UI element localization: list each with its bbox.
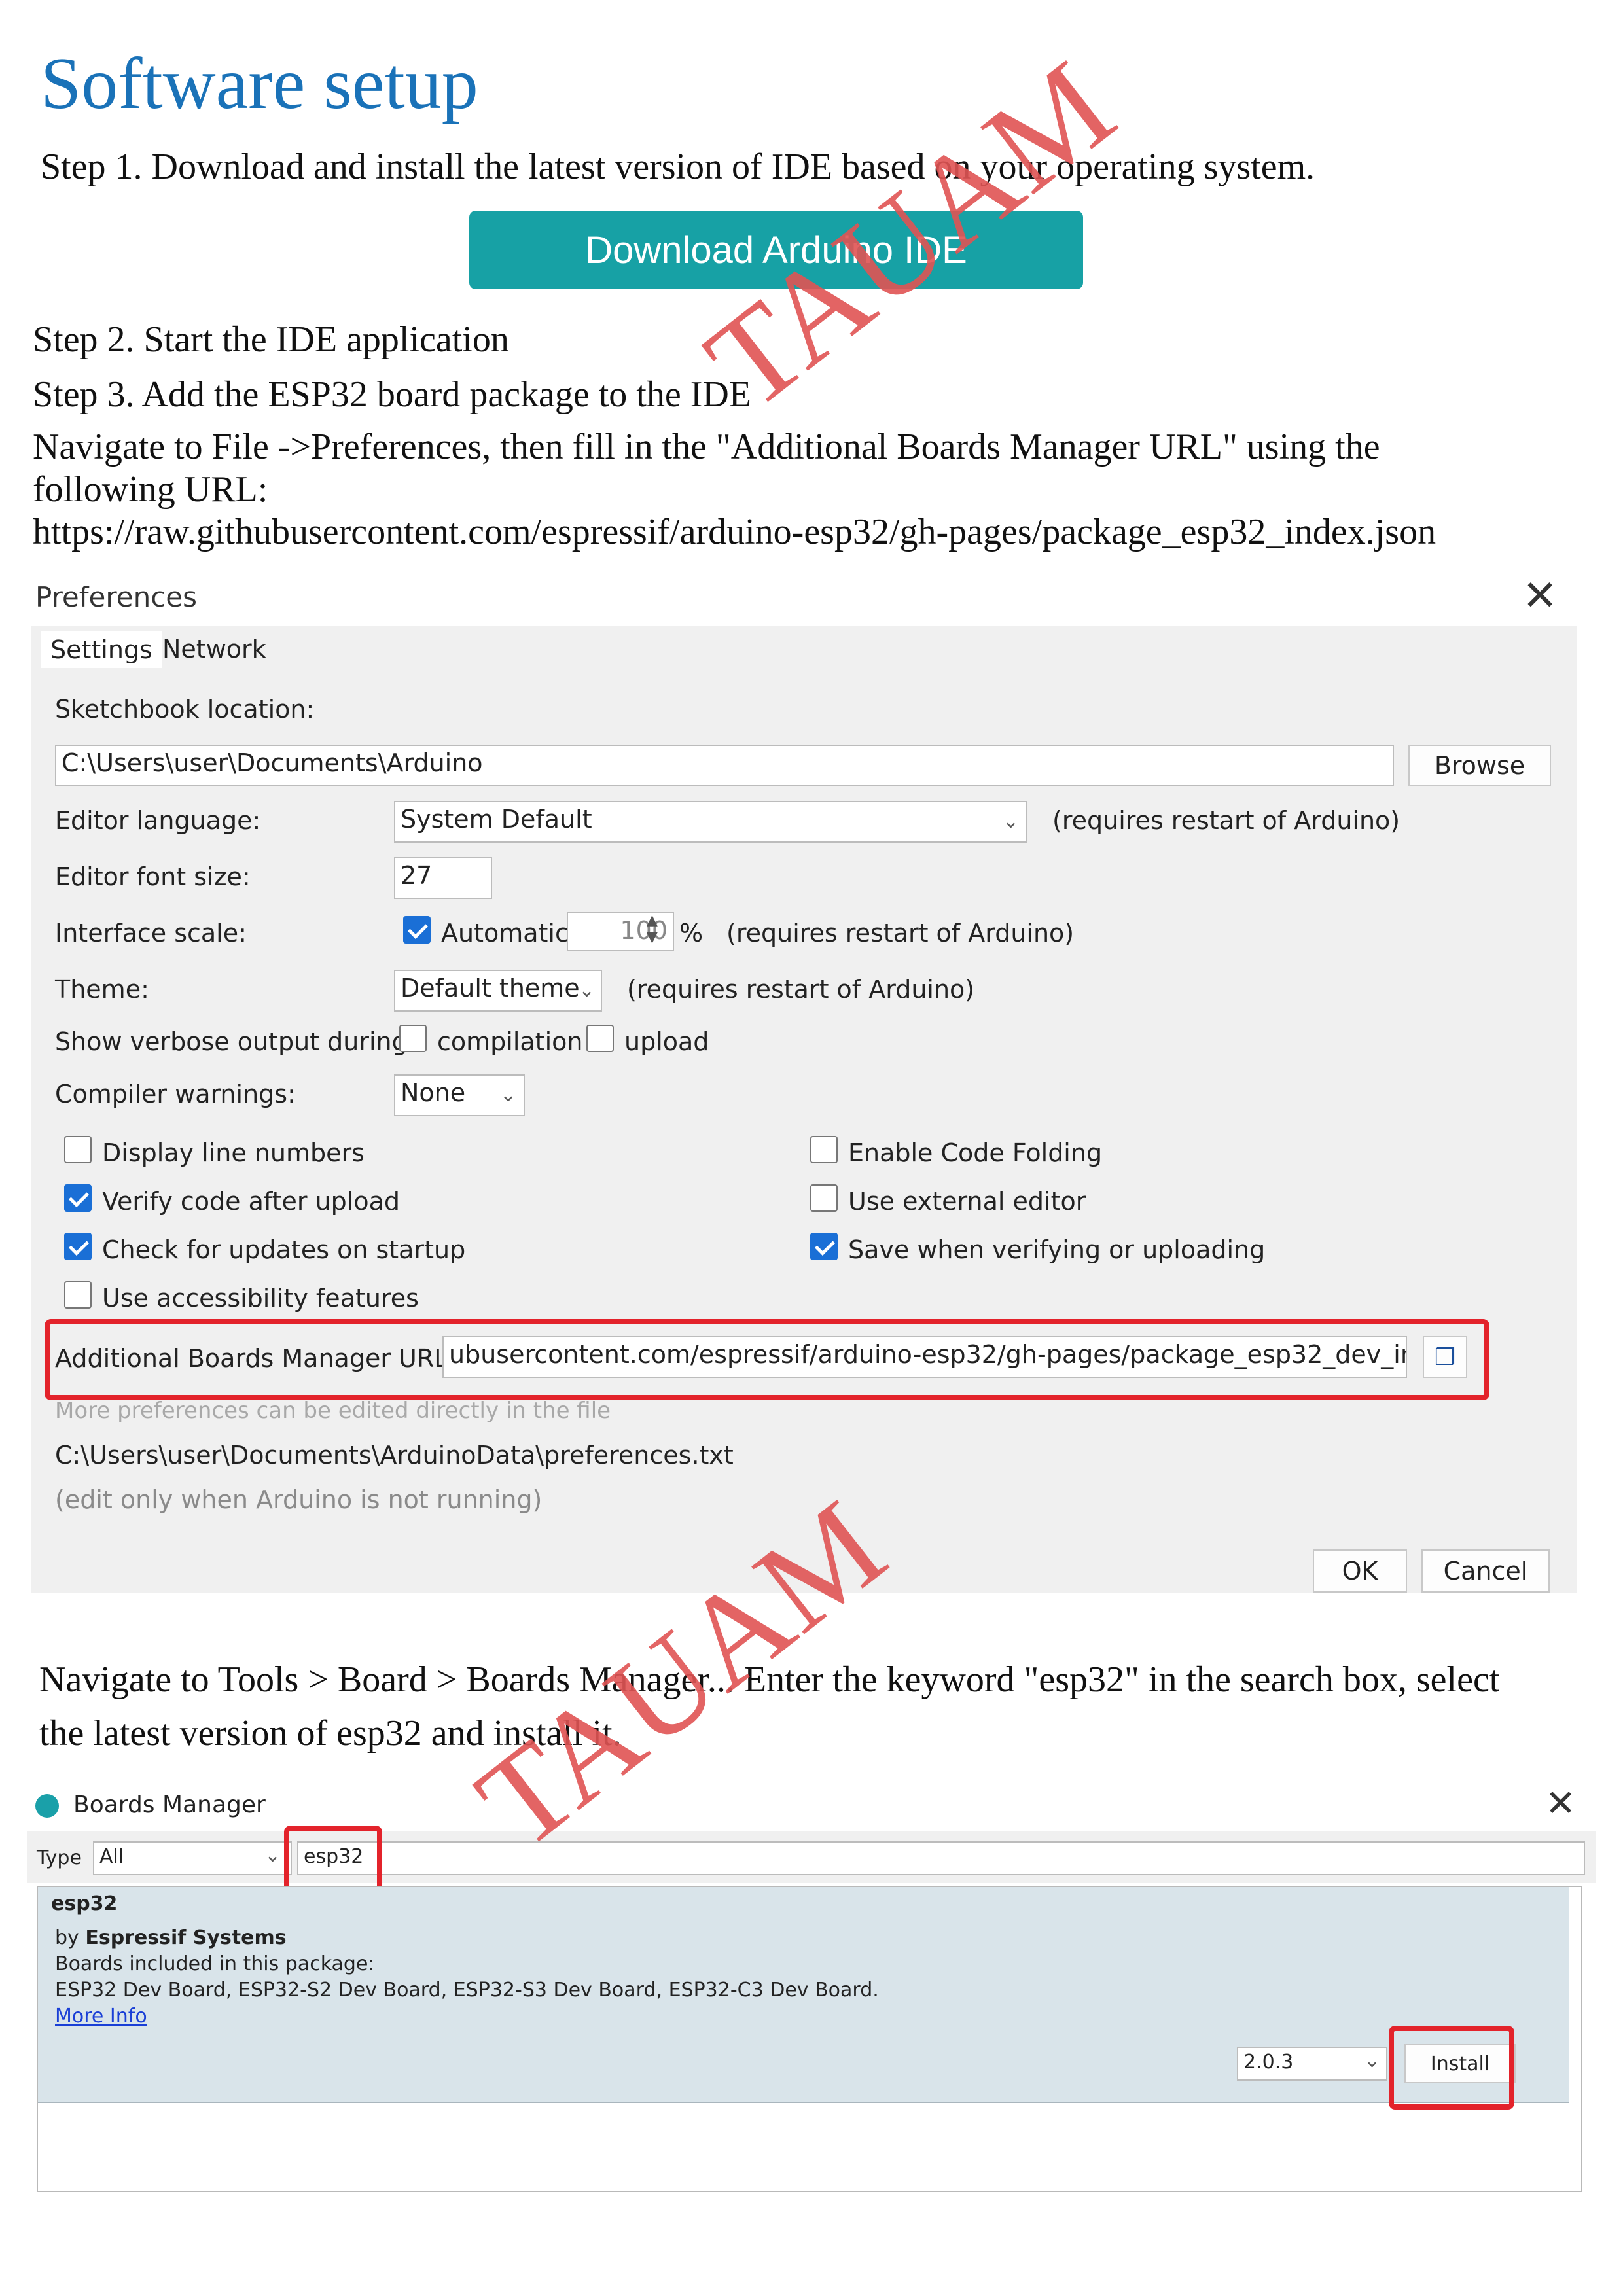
automatic-label: Automatic — [441, 919, 569, 947]
code-folding-checkbox[interactable] — [810, 1136, 838, 1163]
prefs-path: C:\Users\user\Documents\ArduinoData\pref… — [55, 1441, 734, 1470]
navigate-prefs-line2: following URL: — [33, 469, 268, 510]
automatic-checkbox[interactable] — [403, 916, 431, 944]
ok-button[interactable]: OK — [1313, 1549, 1407, 1593]
highlight-box — [45, 1319, 1489, 1400]
interface-scale-label: Interface scale: — [55, 919, 247, 947]
font-size-label: Editor font size: — [55, 862, 251, 891]
external-editor-label: Use external editor — [848, 1187, 1086, 1216]
page-title: Software setup — [41, 43, 478, 124]
compiler-warnings-label: Compiler warnings: — [55, 1080, 296, 1108]
url-text: https://raw.githubusercontent.com/espres… — [33, 512, 1436, 552]
accessibility-label: Use accessibility features — [102, 1284, 419, 1313]
close-icon[interactable]: ✕ — [1522, 572, 1558, 620]
compilation-checkbox[interactable] — [399, 1025, 427, 1052]
list-item[interactable]: esp32 by Espressif Systems Boards includ… — [38, 1887, 1569, 2110]
check-updates-checkbox[interactable] — [64, 1233, 92, 1260]
arduino-logo-icon — [35, 1794, 59, 1818]
chevron-down-icon: ⌄ — [264, 1844, 281, 1867]
chevron-down-icon: ⌄ — [579, 979, 596, 1002]
save-when-verifying-checkbox[interactable] — [810, 1233, 838, 1260]
boards-list: ESP32 Dev Board, ESP32-S2 Dev Board, ESP… — [55, 1979, 879, 2002]
display-line-numbers-label: Display line numbers — [102, 1139, 365, 1167]
dialog-title: Preferences — [35, 581, 198, 613]
percent-label: % — [679, 919, 704, 947]
display-line-numbers-checkbox[interactable] — [64, 1136, 92, 1163]
upload-label: upload — [624, 1027, 709, 1056]
editor-language-select[interactable]: System Default — [394, 801, 1027, 843]
verbose-label: Show verbose output during: — [55, 1027, 416, 1056]
sketchbook-input[interactable]: C:\Users\user\Documents\Arduino — [55, 745, 1394, 786]
package-list: esp32 by Espressif Systems Boards includ… — [37, 1886, 1582, 2192]
verify-code-checkbox[interactable] — [64, 1184, 92, 1212]
restart-note-scale: (requires restart of Arduino) — [726, 919, 1075, 947]
theme-label: Theme: — [55, 975, 149, 1004]
scale-spinner[interactable]: 100 — [567, 912, 674, 951]
chevron-down-icon: ⌄ — [500, 1084, 517, 1106]
preferences-dialog: Preferences ✕ Settings Network Sketchboo… — [31, 568, 1577, 1593]
sketchbook-label: Sketchbook location: — [55, 695, 315, 724]
cancel-button[interactable]: Cancel — [1421, 1549, 1550, 1593]
close-icon[interactable]: ✕ — [1545, 1782, 1576, 1825]
highlight-box — [1389, 2026, 1514, 2110]
chevron-down-icon: ⌄ — [1364, 2049, 1381, 2072]
search-input[interactable]: esp32 — [297, 1841, 1585, 1875]
save-when-verifying-label: Save when verifying or uploading — [848, 1235, 1266, 1264]
compilation-label: compilation — [437, 1027, 583, 1056]
verify-code-label: Verify code after upload — [102, 1187, 400, 1216]
code-folding-label: Enable Code Folding — [848, 1139, 1103, 1167]
included-label: Boards included in this package: — [55, 1952, 375, 1975]
spinner-arrows-icon[interactable]: ▲ ▼ — [647, 912, 658, 946]
by-label: by — [55, 1926, 79, 1949]
restart-note-language: (requires restart of Arduino) — [1052, 806, 1400, 835]
step2-text: Step 2. Start the IDE application — [33, 319, 509, 360]
package-name: esp32 — [51, 1892, 118, 1915]
check-updates-label: Check for updates on startup — [102, 1235, 466, 1264]
font-size-input[interactable]: 27 — [394, 857, 492, 899]
dialog-title: Boards Manager — [73, 1792, 266, 1818]
more-info-link[interactable]: More Info — [55, 2005, 147, 2028]
tab-settings[interactable]: Settings — [41, 631, 162, 668]
restart-note-theme: (requires restart of Arduino) — [627, 975, 975, 1004]
type-label: Type — [37, 1846, 82, 1869]
chevron-down-icon: ⌄ — [1003, 810, 1020, 833]
navigate-prefs-line1: Navigate to File ->Preferences, then fil… — [33, 427, 1380, 467]
edit-note: (edit only when Arduino is not running) — [55, 1485, 543, 1514]
boards-manager-dialog: Boards Manager ✕ Type All ⌄ esp32 esp32 … — [27, 1773, 1596, 2192]
more-prefs-text: More preferences can be edited directly … — [55, 1398, 611, 1424]
theme-select[interactable]: Default theme — [394, 970, 602, 1012]
upload-checkbox[interactable] — [586, 1025, 614, 1052]
browse-button[interactable]: Browse — [1408, 745, 1551, 786]
step3-text: Step 3. Add the ESP32 board package to t… — [33, 374, 752, 415]
editor-language-label: Editor language: — [55, 806, 261, 835]
tab-network[interactable]: Network — [153, 631, 276, 667]
external-editor-checkbox[interactable] — [810, 1184, 838, 1212]
accessibility-checkbox[interactable] — [64, 1281, 92, 1309]
author-name: Espressif Systems — [85, 1926, 287, 1949]
type-select[interactable]: All — [93, 1841, 292, 1875]
settings-panel: Sketchbook location: C:\Users\user\Docum… — [31, 671, 1577, 1593]
